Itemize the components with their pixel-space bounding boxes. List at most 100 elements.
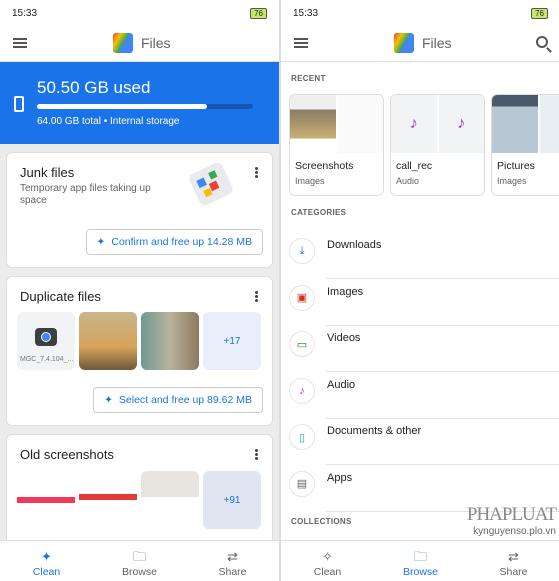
app-title: Files <box>422 35 452 51</box>
screenshot-thumb[interactable] <box>79 471 137 529</box>
status-bar: 15:33 76 <box>0 0 279 26</box>
document-icon: ▯ <box>289 424 315 450</box>
clean-screen: 15:33 76 Files 50.50 GB used 64.00 GB tot… <box>0 0 279 581</box>
category-label: Apps <box>327 471 353 484</box>
nav-label: Browse <box>402 566 438 578</box>
battery-indicator: 76 <box>531 7 548 19</box>
sparkle-icon: ✦ <box>96 236 106 248</box>
category-documents-other[interactable]: ▯ Documents & other <box>281 420 559 466</box>
recent-type: Images <box>295 176 325 186</box>
files-logo-icon <box>113 33 133 53</box>
share-arrows-icon: ⇄ <box>227 549 238 564</box>
card-title: Junk files <box>20 165 75 180</box>
browse-screen: 15:33 76 Files RECENT Screenshots Images ♪… <box>281 0 559 581</box>
nav-label: Share <box>218 566 247 578</box>
music-note-icon: ♪ <box>289 377 315 404</box>
storage-summary[interactable]: 50.50 GB used 64.00 GB total • Internal … <box>0 62 279 144</box>
storage-used: 50.50 GB used <box>37 78 151 97</box>
recent-type: Images <box>497 176 527 186</box>
nav-share[interactable]: ⇄ Share <box>186 541 279 581</box>
card-description: Temporary app files taking up space <box>20 183 151 206</box>
nav-browse[interactable]: 🗀 Browse <box>93 541 186 581</box>
duplicate-thumb[interactable] <box>141 312 199 370</box>
bottom-navigation: ✧ Clean 🗀 Browse ⇄ Share <box>281 540 559 581</box>
category-label: Videos <box>327 332 361 344</box>
storage-progress-bar <box>37 104 253 109</box>
watermark-logo: PHAPLUAT <box>466 504 557 525</box>
file-name: MGC_7.4.104_... <box>20 356 74 363</box>
storage-total: 64.00 GB total • Internal storage <box>37 116 180 127</box>
battery-indicator: 76 <box>250 7 267 19</box>
more-options-icon[interactable] <box>255 291 258 294</box>
sparkle-icon: ✦ <box>41 549 52 564</box>
download-icon: ⤓ <box>289 238 315 264</box>
sparkle-icon: ✦ <box>104 394 113 406</box>
confirm-free-up-button[interactable]: ✦ Confirm and free up 14.28 MB <box>85 229 263 255</box>
more-duplicates[interactable]: +17 <box>203 312 261 370</box>
collections-label: COLLECTIONS <box>291 517 352 526</box>
apps-icon: ▤ <box>289 470 315 497</box>
category-audio[interactable]: ♪ Audio <box>281 374 559 420</box>
music-note-icon: ♪ <box>438 95 484 153</box>
nav-clean[interactable]: ✦ Clean <box>0 541 93 581</box>
category-downloads[interactable]: ⤓ Downloads <box>281 234 559 280</box>
junk-files-card: Junk files Temporary app files taking up… <box>6 152 273 268</box>
menu-icon[interactable] <box>294 38 308 48</box>
screenshot-thumbnails: +91 <box>17 471 261 529</box>
more-options-icon[interactable] <box>255 449 258 452</box>
watermark-site: kynguyenso.plo.vn <box>473 526 556 537</box>
bottom-navigation: ✦ Clean 🗀 Browse ⇄ Share <box>0 540 279 581</box>
video-icon: ▭ <box>289 331 315 357</box>
divider <box>326 417 559 419</box>
clock: 15:33 <box>293 7 319 19</box>
recent-label: RECENT <box>291 74 326 83</box>
nav-label: Clean <box>313 566 342 578</box>
phone-icon <box>14 96 24 112</box>
card-title: Duplicate files <box>20 289 101 304</box>
files-logo-icon <box>394 33 414 53</box>
nav-label: Browse <box>121 566 157 578</box>
recent-screenshots[interactable]: Screenshots Images <box>289 94 384 196</box>
duplicate-thumbnails: MGC_7.4.104_... +17 <box>17 312 261 370</box>
select-free-up-button[interactable]: ✦ Select and free up 89.62 MB <box>93 387 263 413</box>
button-label: Confirm and free up 14.28 MB <box>111 236 252 248</box>
duplicate-thumb[interactable] <box>79 312 137 370</box>
app-bar: Files <box>281 26 559 62</box>
recent-name: Pictures <box>497 160 535 172</box>
nav-share[interactable]: ⇄ Share <box>467 541 559 581</box>
category-label: Downloads <box>327 239 382 251</box>
divider <box>326 278 559 279</box>
menu-icon[interactable] <box>13 38 27 48</box>
screenshot-thumb[interactable] <box>17 471 75 529</box>
nav-browse[interactable]: 🗀 Browse <box>374 541 467 581</box>
divider <box>326 371 559 372</box>
duplicate-thumb[interactable]: MGC_7.4.104_... <box>17 312 75 370</box>
watermark: PHAPLUAT kynguyenso.plo.vn <box>466 504 557 537</box>
duplicate-files-card: Duplicate files MGC_7.4.104_... +17 ✦ Sel… <box>6 276 273 426</box>
card-title: Old screenshots <box>20 447 114 462</box>
sparkle-icon: ✧ <box>322 549 333 564</box>
divider <box>326 464 559 465</box>
category-label: Documents & other <box>327 425 422 437</box>
button-label: Select and free up 89.62 MB <box>118 394 252 406</box>
recent-type: Audio <box>396 176 420 186</box>
camera-icon <box>35 328 57 346</box>
browse-folder-icon: 🗀 <box>132 549 146 564</box>
old-screenshots-card: Old screenshots +91 <box>6 434 273 554</box>
nav-clean[interactable]: ✧ Clean <box>281 541 374 581</box>
more-options-icon[interactable] <box>255 167 258 170</box>
category-videos[interactable]: ▭ Videos <box>281 327 559 373</box>
more-screenshots[interactable]: +91 <box>203 471 261 529</box>
search-icon[interactable] <box>536 36 548 48</box>
music-note-icon: ♪ <box>391 95 437 153</box>
divider <box>326 324 559 326</box>
category-label: Audio <box>327 378 356 391</box>
status-bar: 15:33 76 <box>281 0 559 26</box>
recent-call-rec[interactable]: ♪ ♪ call_rec Audio <box>390 94 485 196</box>
share-arrows-icon: ⇄ <box>508 549 519 564</box>
screenshot-thumb[interactable] <box>141 471 199 529</box>
recent-pictures[interactable]: Pictures Images <box>491 94 559 196</box>
recent-name: Screenshots <box>295 160 354 172</box>
category-images[interactable]: ▣ Images <box>281 281 559 327</box>
storage-progress-fill <box>37 104 208 109</box>
